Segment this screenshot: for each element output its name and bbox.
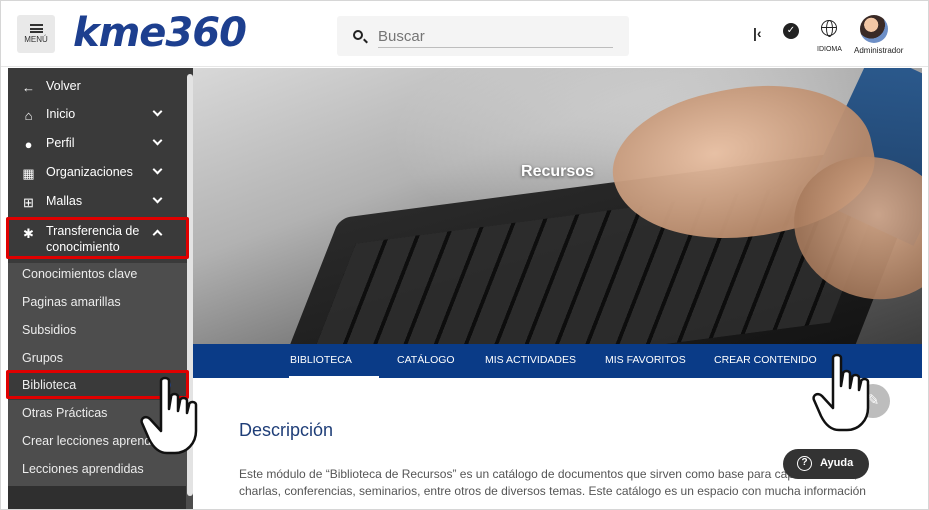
- chevron-down-icon: [152, 164, 163, 175]
- sidebar-item-inicio[interactable]: ⌂ Inicio: [8, 101, 186, 130]
- menu-label: MENÚ: [24, 35, 48, 44]
- chevron-down-icon: [152, 106, 163, 117]
- pointer-hand-icon: [812, 353, 870, 432]
- sidebar-item-mallas[interactable]: ⊞ Mallas: [8, 188, 186, 217]
- top-header: MENÚ kme360 |‹ ✓ IDIOMA Administrador: [1, 1, 928, 67]
- sidebar-subitem[interactable]: Lecciones aprendidas: [8, 456, 186, 484]
- sidebar-subitem-label: Grupos: [22, 351, 63, 365]
- sidebar-subitem-label: Conocimientos clave: [22, 267, 138, 281]
- sidebar-next-item[interactable]: [8, 486, 186, 509]
- sidebar-item-organizaciones[interactable]: ▦ Organizaciones: [8, 159, 186, 188]
- section-title: Descripción: [239, 420, 334, 440]
- help-label: Ayuda: [820, 457, 854, 469]
- chevron-down-icon: [152, 135, 163, 146]
- sidebar-item-perfil[interactable]: ● Perfil: [8, 130, 186, 159]
- collapse-icon[interactable]: |‹: [753, 25, 762, 41]
- sidebar-subitem-label: Paginas amarillas: [22, 295, 121, 309]
- sidebar-item-label: Organizaciones: [46, 165, 133, 179]
- sidebar-subitem[interactable]: Paginas amarillas: [8, 289, 186, 317]
- search-input[interactable]: [378, 26, 613, 48]
- sidebar-item-label: Inicio: [46, 107, 76, 121]
- hero-banner: Recursos: [193, 68, 922, 344]
- chevron-down-icon: [152, 193, 163, 204]
- tab-biblioteca[interactable]: BIBLIOTECA: [290, 354, 352, 366]
- sidebar-subitem-label: Otras Prácticas: [22, 406, 108, 420]
- hamburger-icon: [29, 24, 43, 33]
- sidebar-subitem[interactable]: Conocimientos clave: [8, 261, 186, 289]
- sidebar-item-label: Mallas: [46, 194, 83, 208]
- question-icon: ?: [797, 456, 812, 471]
- sidebar-subitem[interactable]: Grupos: [8, 345, 186, 373]
- home-icon: ⌂: [24, 108, 33, 123]
- sidebar-subitem-label: Lecciones aprendidas: [22, 462, 144, 476]
- grid-icon: ⊞: [23, 195, 34, 210]
- sidebar-back[interactable]: ← Volver: [8, 73, 186, 102]
- sidebar-subitem-label: Subsidios: [22, 323, 77, 337]
- tab-mis-favoritos[interactable]: MIS FAVORITOS: [605, 354, 686, 366]
- pointer-hand-icon: [140, 376, 198, 455]
- sidebar-subitem[interactable]: Subsidios: [8, 317, 186, 345]
- avatar[interactable]: [860, 15, 888, 43]
- help-button[interactable]: ? Ayuda: [783, 449, 869, 479]
- tab-crear-contenido[interactable]: CREAR CONTENIDO: [714, 354, 817, 366]
- highlight-transferencia: [6, 217, 189, 259]
- app-logo[interactable]: kme360: [73, 10, 247, 56]
- sidebar-back-label: Volver: [46, 79, 81, 93]
- tab-mis-actividades[interactable]: MIS ACTIVIDADES: [485, 354, 576, 366]
- sidebar-item-label: Perfil: [46, 136, 75, 150]
- globe-icon[interactable]: [821, 20, 837, 37]
- app-window: MENÚ kme360 |‹ ✓ IDIOMA Administrador ← …: [0, 0, 929, 510]
- hero-title: Recursos: [521, 163, 594, 180]
- building-icon: ▦: [22, 166, 35, 181]
- user-circle-icon: ●: [24, 137, 33, 152]
- language-label[interactable]: IDIOMA: [817, 46, 842, 53]
- search-icon: [353, 30, 363, 40]
- tab-catalogo[interactable]: CATÁLOGO: [397, 354, 455, 366]
- arrow-left-icon: ←: [22, 80, 35, 95]
- check-circle-icon[interactable]: ✓: [783, 23, 799, 39]
- menu-button[interactable]: MENÚ: [17, 15, 55, 53]
- search-box[interactable]: [337, 16, 629, 56]
- user-name[interactable]: Administrador: [854, 46, 903, 55]
